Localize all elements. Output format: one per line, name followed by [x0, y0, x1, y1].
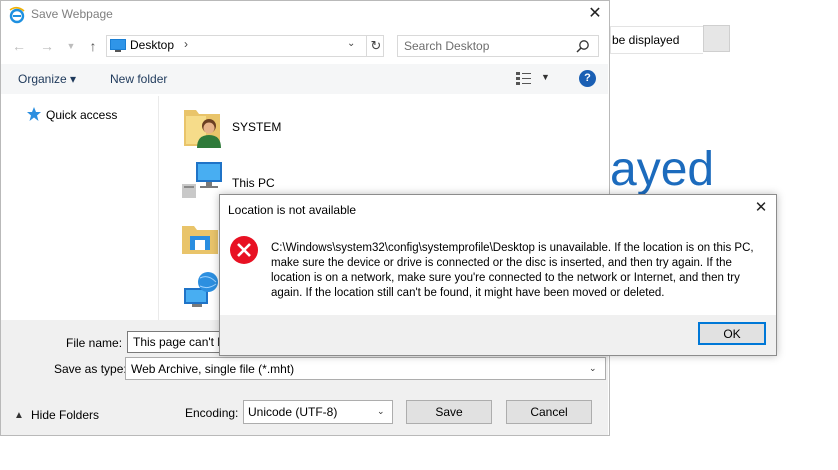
recent-locations-button[interactable]: ▼ [62, 37, 80, 55]
change-view-icon[interactable] [516, 71, 532, 85]
libraries-icon[interactable] [182, 220, 218, 256]
network-icon[interactable] [182, 270, 222, 310]
pane-divider[interactable] [158, 96, 159, 320]
chevron-up-icon[interactable]: ▲ [14, 410, 24, 421]
error-dialog-title: Location is not available [228, 203, 357, 217]
file-name-label: File name: [66, 336, 123, 350]
cancel-button[interactable]: Cancel [506, 400, 592, 424]
save-as-type-value[interactable]: Web Archive, single file (*.mht) [131, 362, 294, 376]
address-dropdown-icon[interactable]: ⌄ [347, 38, 355, 49]
star-icon [27, 107, 41, 121]
encoding-value[interactable]: Unicode (UTF-8) [248, 405, 337, 419]
nav-item-quick-access[interactable]: Quick access [46, 108, 117, 122]
browser-tab-title: be displayed [612, 33, 680, 47]
computer-icon[interactable] [182, 160, 224, 200]
view-dropdown-icon[interactable]: ▼ [541, 72, 550, 82]
new-folder-button[interactable]: New folder [110, 72, 167, 86]
dialog-footer [220, 315, 776, 355]
ok-button[interactable]: OK [698, 322, 766, 345]
close-button[interactable]: ✕ [585, 4, 605, 24]
chevron-down-icon[interactable]: ⌄ [589, 363, 597, 374]
page-heading: ayed [610, 143, 715, 196]
organize-button[interactable]: Organize ▾ [18, 72, 76, 86]
desktop-icon [110, 39, 126, 52]
new-tab-button[interactable] [703, 25, 730, 52]
dialog-title: Save Webpage [31, 7, 113, 21]
help-icon[interactable]: ? [579, 70, 596, 87]
search-input[interactable]: Search Desktop [404, 39, 489, 53]
save-button[interactable]: Save [406, 400, 492, 424]
hide-folders-button[interactable]: Hide Folders [31, 408, 99, 422]
navigation-pane [1, 96, 158, 320]
breadcrumb-chevron-icon[interactable]: › [184, 37, 188, 51]
file-name-value[interactable]: This page can't b [133, 335, 224, 349]
search-icon[interactable] [576, 39, 590, 53]
up-button[interactable]: ↑ [84, 37, 102, 55]
encoding-label: Encoding: [185, 406, 239, 420]
close-icon[interactable]: ✕ [751, 198, 771, 218]
internet-explorer-icon [8, 6, 26, 24]
error-message: C:\Windows\system32\config\systemprofile… [271, 242, 754, 299]
back-button[interactable]: ← [10, 37, 28, 55]
error-icon [229, 235, 259, 265]
file-item-label[interactable]: SYSTEM [232, 120, 281, 134]
save-as-type-label: Save as type: [54, 362, 127, 376]
address-location[interactable]: Desktop [130, 38, 174, 52]
forward-button[interactable]: → [38, 37, 56, 55]
refresh-button[interactable]: ↻ [366, 36, 385, 56]
user-folder-icon[interactable] [182, 104, 224, 150]
file-item-label[interactable]: This PC [232, 176, 275, 190]
chevron-down-icon[interactable]: ⌄ [377, 406, 385, 417]
